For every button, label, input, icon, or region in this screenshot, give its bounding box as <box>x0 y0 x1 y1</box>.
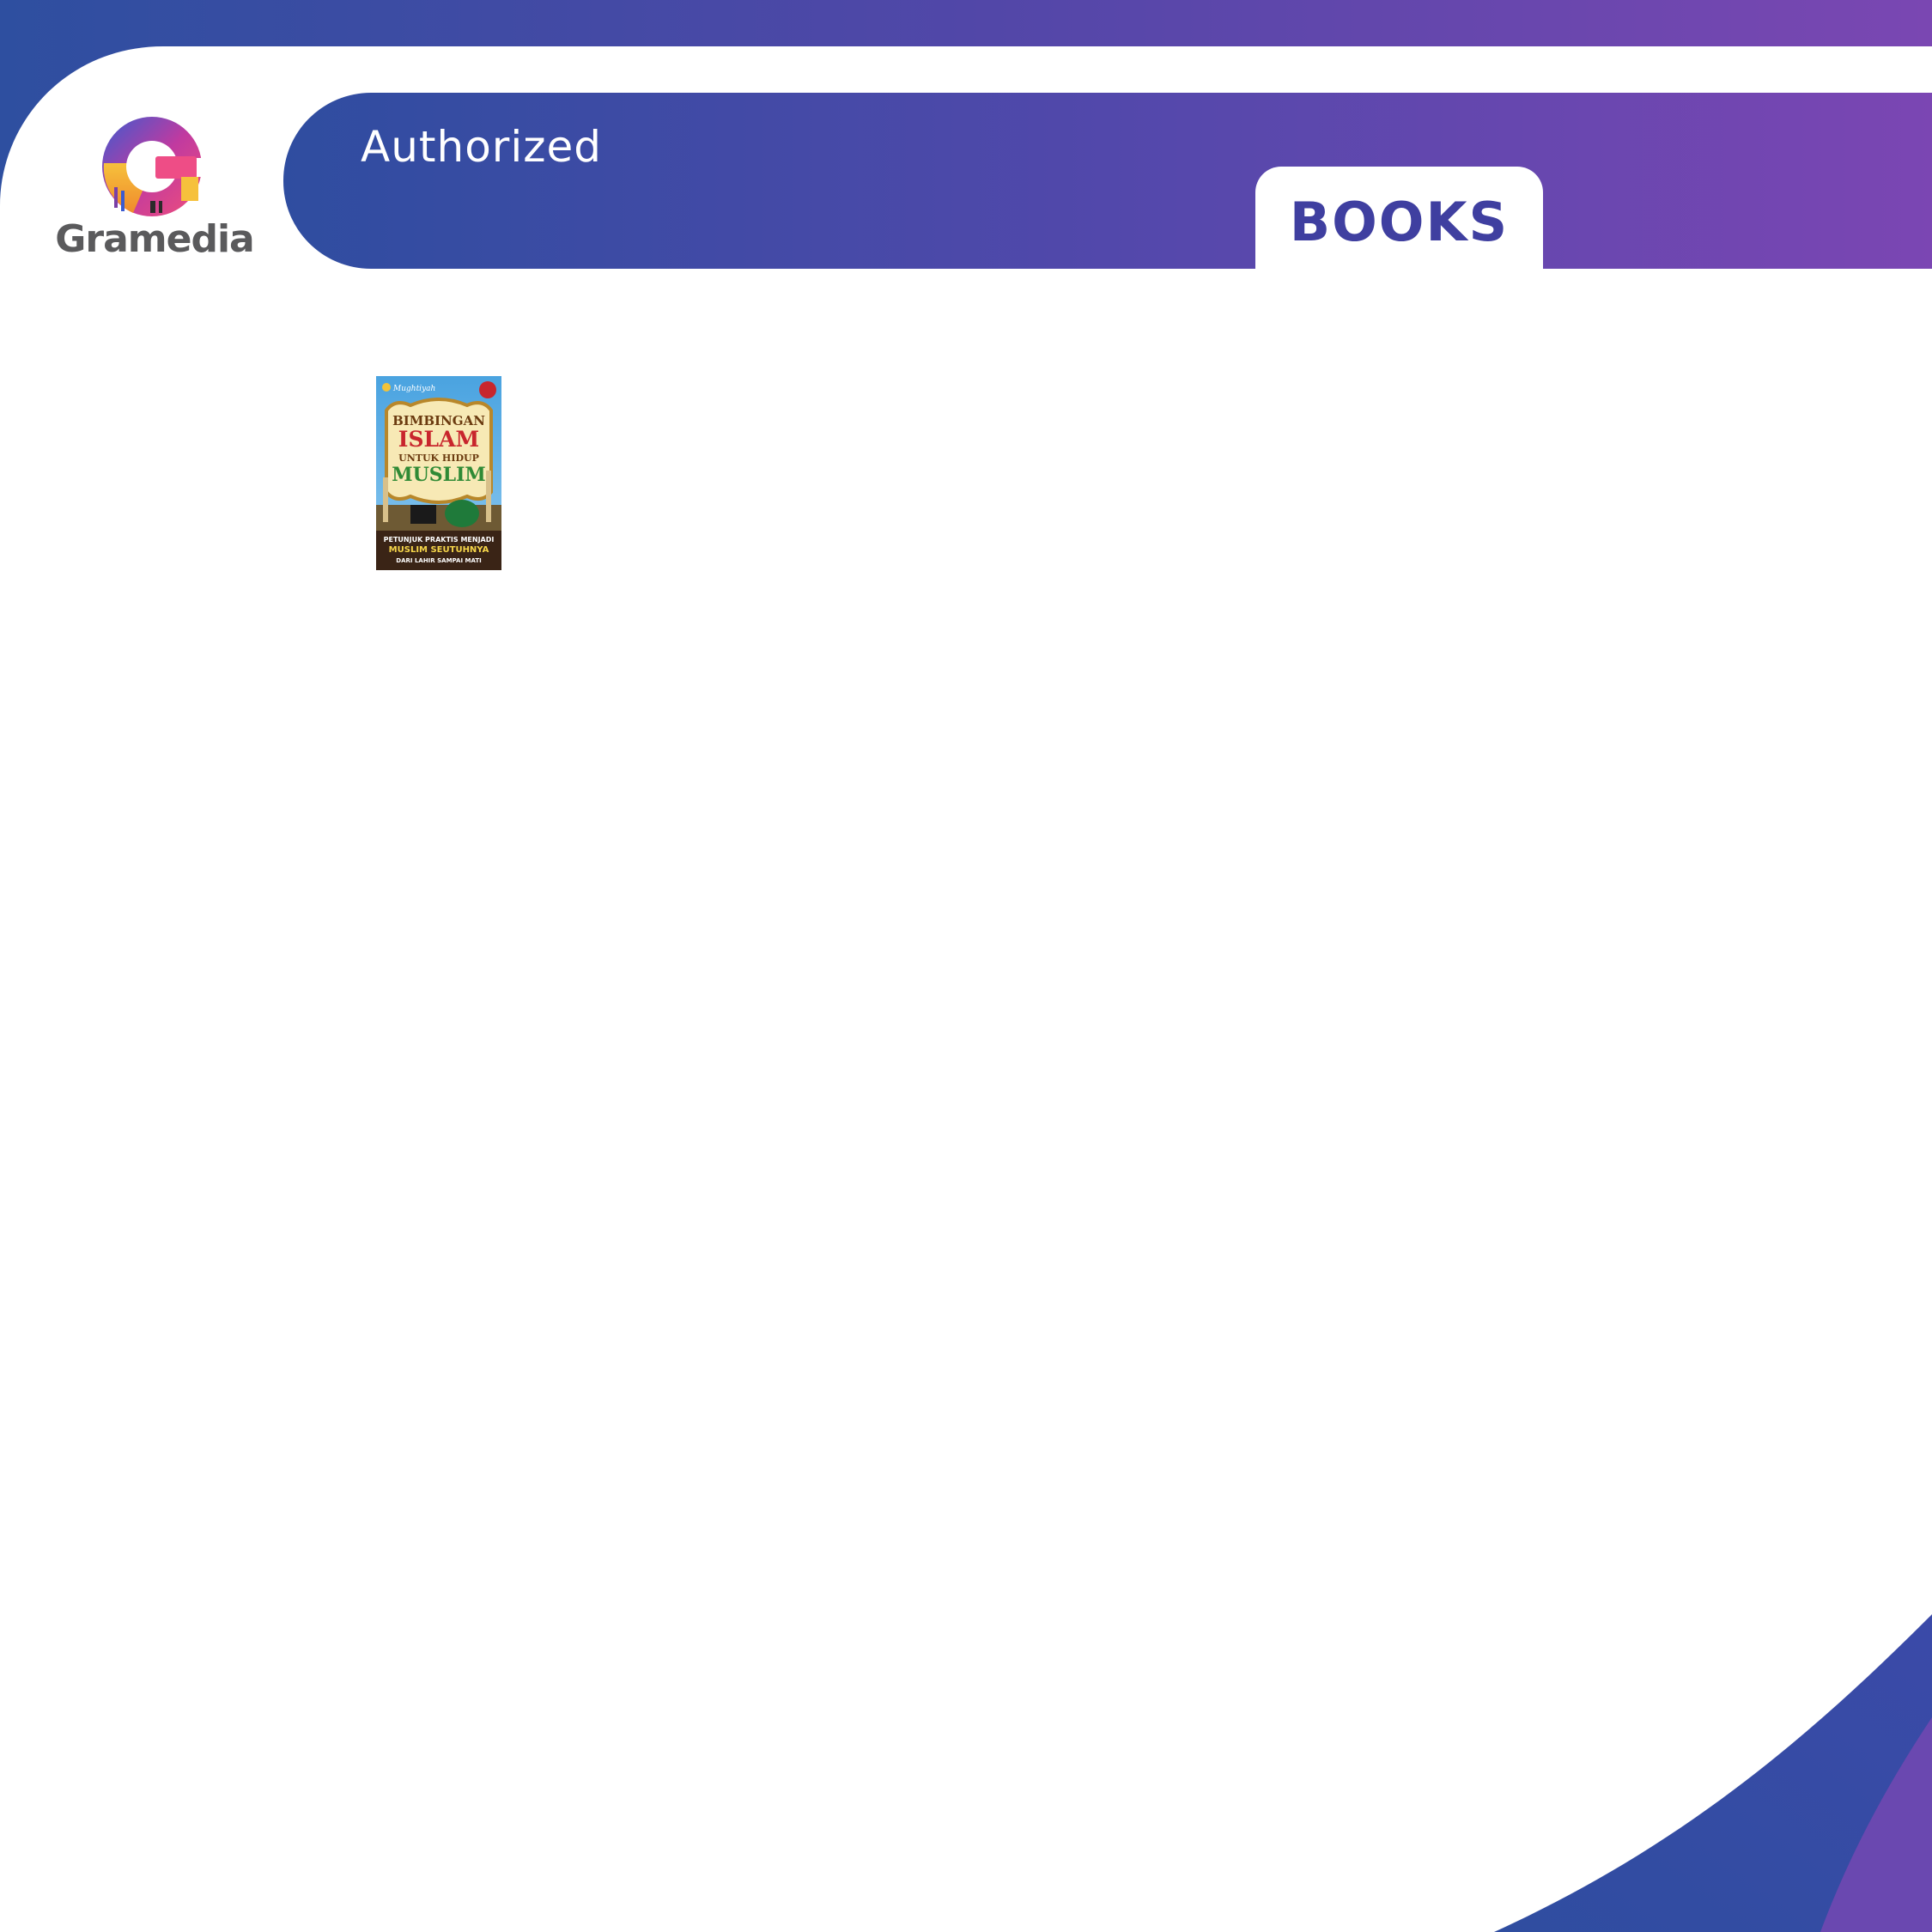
gramedia-logo[interactable]: Gramedia <box>52 103 258 275</box>
cover-title-line-3: UNTUK HIDUP <box>398 453 479 464</box>
cover-title-line-4: MUSLIM <box>392 464 486 486</box>
background-graphics <box>0 0 1932 1932</box>
authorized-label: Authorized <box>361 122 602 172</box>
cover-title-line-2: ISLAM <box>398 427 479 452</box>
cover-subtitle-line-3: DARI LAHIR SAMPAI MATI <box>396 557 481 564</box>
book-cover-image[interactable]: Mughtiyah BIMBINGAN ISLAM UNTUK HIDUP MU… <box>376 376 501 570</box>
cover-subtitle-line-2: MUSLIM SEUTUHNYA <box>389 545 489 555</box>
cover-subtitle-line-1: PETUNJUK PRAKTIS MENJADI <box>384 536 495 544</box>
books-tab-label: BOOKS <box>1289 191 1510 253</box>
books-tab: BOOKS <box>1255 167 1543 270</box>
header-banner <box>283 93 1932 269</box>
publisher-mark: Mughtiyah <box>392 385 435 393</box>
page-canvas: Gramedia Authorized BOOKS Mughtiyah BIMB… <box>0 0 1932 1932</box>
gramedia-g-icon <box>102 117 210 216</box>
gramedia-wordmark: Gramedia <box>55 217 254 261</box>
